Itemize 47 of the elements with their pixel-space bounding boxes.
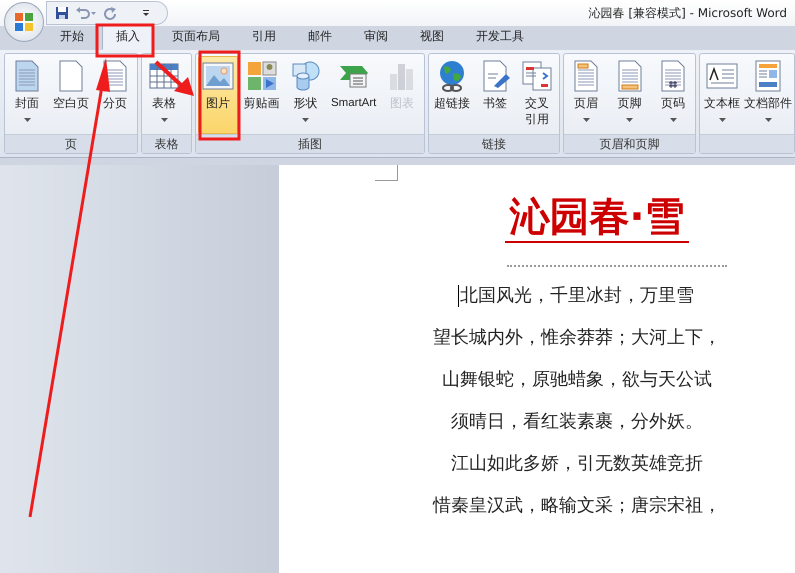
group-label: 链接 xyxy=(429,134,559,153)
ribbon-button[interactable]: 超链接 xyxy=(431,56,473,134)
margin-corner-mark xyxy=(375,165,398,181)
ribbon-tab[interactable]: 开始 xyxy=(46,24,98,50)
office-logo-icon xyxy=(14,12,34,32)
office-button[interactable] xyxy=(4,2,44,42)
undo-icon[interactable] xyxy=(75,6,97,20)
ribbon-tab[interactable]: 引用 xyxy=(238,24,290,50)
group-label: 插图 xyxy=(196,134,424,153)
clipart-icon xyxy=(246,60,278,92)
window-title: 沁园春 [兼容模式] - Microsoft Word xyxy=(588,4,787,22)
ribbon-button[interactable]: SmartArt xyxy=(327,56,380,134)
group-label: 表格 xyxy=(142,134,191,153)
ribbon-tab[interactable]: 审阅 xyxy=(350,24,402,50)
poem-line: 须晴日，看红装素裹，分外妖。 xyxy=(451,410,703,434)
cross-reference-icon xyxy=(521,60,553,92)
ribbon-button[interactable]: 图片 xyxy=(198,56,238,134)
poem-title: 沁园春·雪 xyxy=(505,193,689,243)
poem-line: 北国风光，千里冰封，万里雪 xyxy=(460,284,694,309)
ribbon-button[interactable]: 页脚 xyxy=(610,56,650,134)
poem-line: 惜秦皇汉武，略输文采；唐宗宋祖， xyxy=(433,494,721,518)
ribbon-tab[interactable]: 开发工具 xyxy=(462,24,538,50)
picture-icon xyxy=(202,60,234,92)
redo-icon[interactable] xyxy=(103,6,117,20)
poem-line: 山舞银蛇，原驰蜡象，欲与天公试 xyxy=(442,368,712,392)
customize-dropdown-icon[interactable] xyxy=(141,8,151,18)
ribbon-button[interactable]: 书签 xyxy=(475,56,515,134)
group-label: 页眉和页脚 xyxy=(564,134,695,153)
ribbon-button[interactable]: 空白页 xyxy=(49,56,93,134)
poem-line: 江山如此多娇，引无数英雄竞折 xyxy=(451,452,703,476)
ribbon-button[interactable]: 形状 xyxy=(285,56,326,134)
ribbon-button[interactable]: 页眉 xyxy=(566,56,606,134)
highlight-box xyxy=(96,24,154,58)
ribbon-button[interactable]: 页码 xyxy=(653,56,693,134)
ribbon-button[interactable]: 文档部件 xyxy=(744,56,792,134)
ribbon-tab[interactable]: 邮件 xyxy=(294,24,346,50)
save-icon[interactable] xyxy=(55,6,69,20)
ribbon-button[interactable]: 表格 xyxy=(144,56,184,134)
ribbon-button[interactable]: 文本框 xyxy=(702,56,742,134)
ribbon-button[interactable]: 剪贴画 xyxy=(240,56,284,134)
group-label: 页 xyxy=(5,134,137,153)
annotation-arrow xyxy=(154,60,194,96)
ribbon-tab[interactable]: 页面布局 xyxy=(158,24,234,50)
ribbon-button[interactable]: 交叉引用 xyxy=(517,56,557,134)
ribbon-button[interactable]: 封面 xyxy=(7,56,47,134)
ribbon-tab[interactable]: 视图 xyxy=(406,24,458,50)
poem-line: 望长城内外，惟余莽莽；大河上下， xyxy=(433,326,721,350)
